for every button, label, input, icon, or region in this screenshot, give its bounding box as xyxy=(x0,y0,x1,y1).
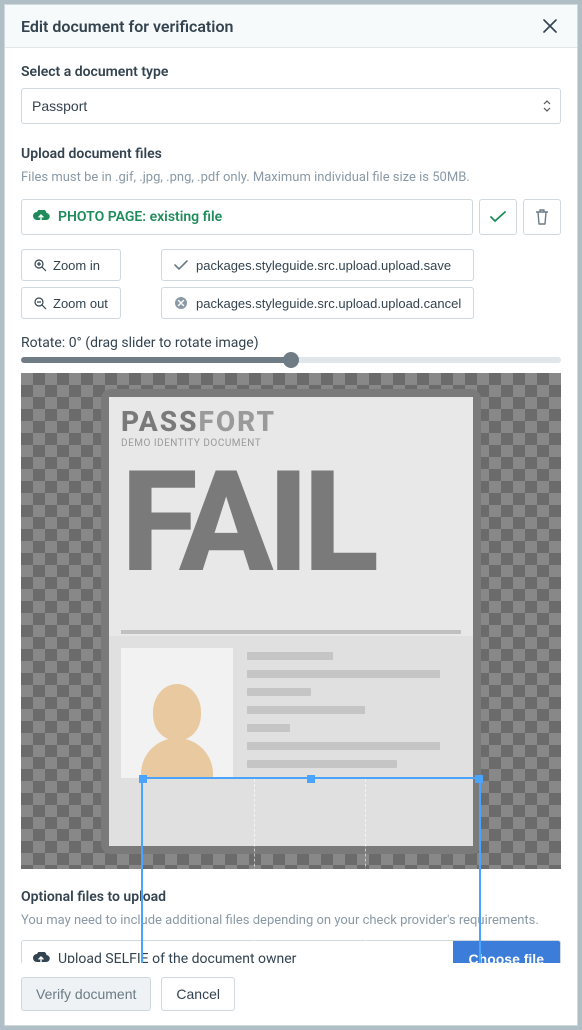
document-brand: PASSFORT xyxy=(109,397,473,438)
zoom-action-row: Zoom in Zoom out packages.styleguide.src… xyxy=(21,249,561,319)
selfie-upload-field[interactable]: Upload SELFIE of the document owner xyxy=(22,941,453,963)
rotate-slider[interactable] xyxy=(21,357,561,363)
document-watermark: FAIL xyxy=(109,453,473,593)
optional-hint: You may need to include additional files… xyxy=(21,913,561,928)
zoom-out-label: Zoom out xyxy=(53,296,108,311)
file-confirm-button[interactable] xyxy=(479,199,517,235)
zoom-in-label: Zoom in xyxy=(53,258,100,273)
trash-icon xyxy=(535,209,549,225)
file-chip-label: PHOTO PAGE: existing file xyxy=(58,209,222,225)
cancel-button[interactable]: Cancel xyxy=(161,977,235,1011)
file-chip[interactable]: PHOTO PAGE: existing file xyxy=(21,199,473,235)
rotate-label: Rotate: 0° (drag slider to rotate image) xyxy=(21,335,561,351)
cancel-circle-icon xyxy=(174,296,188,310)
zoom-in-icon xyxy=(34,259,47,272)
upload-save-label: packages.styleguide.src.upload.upload.sa… xyxy=(196,258,451,273)
check-icon xyxy=(490,211,506,223)
image-preview[interactable]: PASSFORT DEMO IDENTITY DOCUMENT FAIL xyxy=(21,373,561,869)
verify-document-button[interactable]: Verify document xyxy=(21,977,151,1011)
close-icon xyxy=(543,19,557,33)
document-lower xyxy=(109,636,473,846)
document-card: PASSFORT DEMO IDENTITY DOCUMENT FAIL xyxy=(101,389,481,854)
upload-save-button[interactable]: packages.styleguide.src.upload.upload.sa… xyxy=(161,249,474,281)
dialog-body: Select a document type Passport Upload d… xyxy=(5,48,577,963)
file-row: PHOTO PAGE: existing file xyxy=(21,199,561,235)
cloud-upload-icon xyxy=(32,952,50,963)
doc-type-select-wrap: Passport xyxy=(21,88,561,124)
photo-placeholder xyxy=(121,648,233,778)
upload-cancel-label: packages.styleguide.src.upload.upload.ca… xyxy=(196,296,461,311)
optional-label: Optional files to upload xyxy=(21,889,561,905)
upload-hint: Files must be in .gif, .jpg, .png, .pdf … xyxy=(21,170,561,185)
check-icon xyxy=(174,260,188,271)
slider-thumb[interactable] xyxy=(283,352,299,368)
document-text-lines xyxy=(247,648,461,834)
zoom-out-button[interactable]: Zoom out xyxy=(21,287,121,319)
edit-document-dialog: Edit document for verification Select a … xyxy=(4,4,578,1026)
close-button[interactable] xyxy=(539,15,561,37)
selfie-upload-row: Upload SELFIE of the document owner Choo… xyxy=(21,940,561,963)
choose-file-button[interactable]: Choose file xyxy=(453,941,560,963)
dialog-header: Edit document for verification xyxy=(5,5,577,48)
upload-label: Upload document files xyxy=(21,146,561,162)
selfie-upload-label: Upload SELFIE of the document owner xyxy=(58,951,296,963)
avatar-icon xyxy=(137,678,217,778)
doc-type-label: Select a document type xyxy=(21,64,561,80)
file-delete-button[interactable] xyxy=(523,199,561,235)
cloud-upload-icon xyxy=(32,210,50,224)
zoom-out-icon xyxy=(34,297,47,310)
doc-type-select[interactable]: Passport xyxy=(21,88,561,124)
dialog-title: Edit document for verification xyxy=(21,17,233,36)
zoom-in-button[interactable]: Zoom in xyxy=(21,249,121,281)
dialog-footer: Verify document Cancel xyxy=(5,963,577,1025)
upload-cancel-button[interactable]: packages.styleguide.src.upload.upload.ca… xyxy=(161,287,474,319)
